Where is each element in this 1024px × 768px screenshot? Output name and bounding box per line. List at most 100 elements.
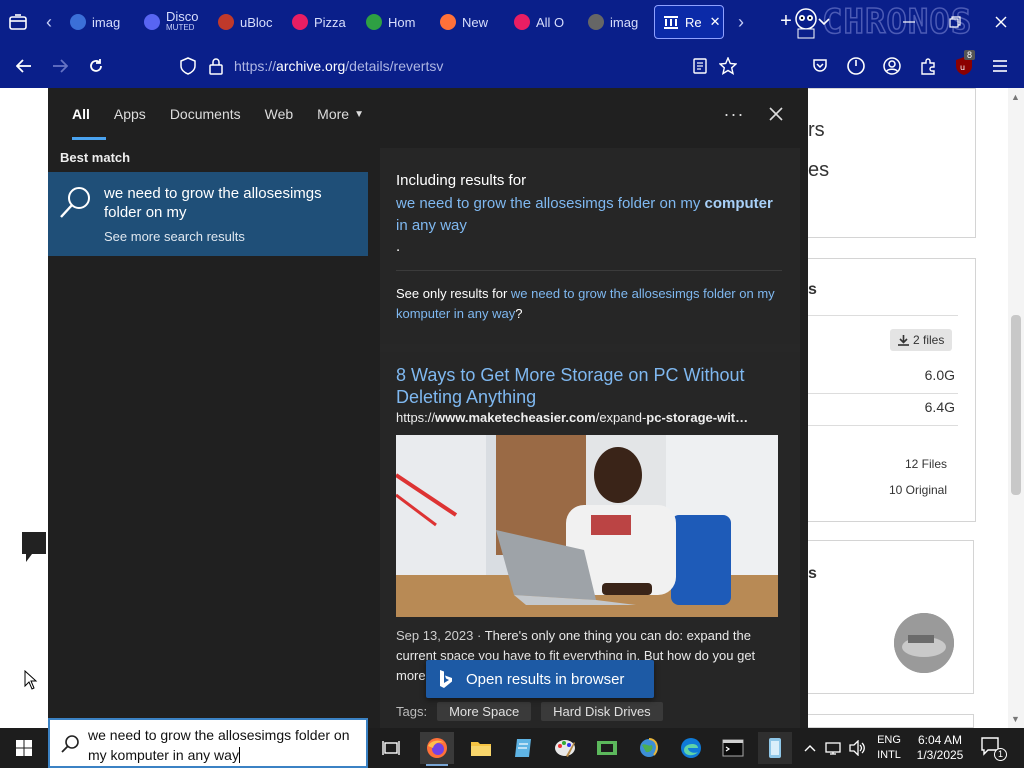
- account-button[interactable]: [878, 52, 906, 80]
- address-bar[interactable]: https://archive.org/details/revertsv: [234, 58, 443, 74]
- list-all-tabs-button[interactable]: [806, 0, 842, 44]
- input-language-button[interactable]: ENG INTL: [872, 733, 906, 763]
- task-view-button[interactable]: [374, 732, 408, 764]
- extensions-button[interactable]: [914, 52, 942, 80]
- site-info-button[interactable]: [202, 52, 230, 80]
- tab-favicon-icon: [366, 14, 382, 30]
- tab-scroll-left-button[interactable]: ‹: [36, 0, 62, 44]
- back-button[interactable]: [6, 48, 42, 84]
- result-title-link[interactable]: 8 Ways to Get More Storage on PC Without…: [396, 364, 776, 408]
- best-match-label: Best match: [60, 150, 131, 165]
- taskbar-gpu-app[interactable]: [590, 732, 624, 764]
- tab-favicon-icon: [292, 14, 308, 30]
- pocket-button[interactable]: [806, 52, 834, 80]
- tab-close-icon[interactable]: ✕: [710, 14, 721, 30]
- globe-icon: [640, 738, 658, 757]
- best-match-item[interactable]: we need to grow the allosesimgs folder o…: [48, 172, 368, 256]
- taskbar-globe-app[interactable]: [632, 732, 666, 764]
- reader-view-button[interactable]: [686, 52, 714, 80]
- task-view-icon: [382, 741, 400, 755]
- tag-chip[interactable]: Hard Disk Drives: [541, 702, 663, 721]
- tab-strip: imag Disco MUTED uBloc Pizza Hom New All O imag: [62, 5, 654, 39]
- files-count: 12 Files: [904, 457, 947, 471]
- search-icon: [61, 735, 79, 753]
- taskbar-notepad-app[interactable]: [506, 732, 540, 764]
- tracking-protection-button[interactable]: [174, 52, 202, 80]
- search-tab-documents[interactable]: Documents: [158, 88, 253, 140]
- scroll-up-arrow-icon[interactable]: ▲: [1011, 92, 1020, 102]
- taskbar-firefox[interactable]: [420, 732, 454, 766]
- taskbar-terminal[interactable]: [716, 732, 750, 764]
- ublock-extension-button[interactable]: u 8: [950, 50, 978, 80]
- lock-icon: [209, 58, 223, 75]
- windows-search-flyout: All Apps Documents Web More ▼ ··· Best match …: [48, 88, 808, 728]
- language-code: ENG: [877, 734, 901, 746]
- browser-tab[interactable]: uBloc: [210, 5, 284, 39]
- minimize-button[interactable]: [886, 0, 932, 44]
- uploader-avatar[interactable]: [894, 613, 954, 673]
- tab-active[interactable]: Re ✕: [654, 5, 724, 39]
- chat-bubble-icon[interactable]: [20, 530, 48, 564]
- search-tab-more[interactable]: More ▼: [305, 88, 376, 140]
- result-url-scheme: https://: [396, 410, 436, 425]
- page-fragment-2: es: [808, 159, 830, 181]
- browser-tab[interactable]: imag: [580, 5, 654, 39]
- tab-favicon-icon: [440, 14, 456, 30]
- browser-tab[interactable]: Disco MUTED: [136, 5, 210, 39]
- result-thumbnail[interactable]: [396, 435, 778, 617]
- taskbar-notes-app[interactable]: [758, 732, 792, 764]
- results-list-column: Best match we need to grow the allosesim…: [48, 140, 368, 728]
- taskbar-edge[interactable]: [674, 732, 708, 764]
- keyboard-layout: INTL: [877, 749, 901, 761]
- search-tab-label: More: [317, 106, 350, 122]
- corrected-query-link[interactable]: we need to grow the allosesimgs folder o…: [396, 193, 786, 237]
- tab-list-button[interactable]: [0, 0, 36, 44]
- scrollbar-thumb[interactable]: [1011, 315, 1021, 495]
- app-menu-button[interactable]: [986, 52, 1014, 80]
- result-url[interactable]: https://www.maketecheasier.com/expand-pc…: [396, 410, 776, 425]
- tab-text: New: [462, 14, 489, 30]
- reload-button[interactable]: [78, 48, 114, 84]
- close-window-button[interactable]: [978, 0, 1024, 44]
- browser-tab[interactable]: Hom: [358, 5, 432, 39]
- clock-button[interactable]: 6:04 AM 1/3/2025: [914, 733, 966, 763]
- timer-extension-button[interactable]: [842, 52, 870, 80]
- search-tab-all[interactable]: All: [60, 88, 106, 140]
- search-tab-label: Apps: [113, 106, 146, 122]
- network-tray-button[interactable]: [824, 738, 844, 758]
- browser-tab[interactable]: Pizza: [284, 5, 358, 39]
- browser-tab[interactable]: imag: [62, 5, 136, 39]
- edge-icon: [681, 738, 701, 758]
- star-icon: [719, 57, 737, 75]
- see-only-results-line: See only results for we need to grow the…: [396, 284, 786, 324]
- search-tab-list: All Apps Documents Web More ▼: [60, 88, 376, 140]
- avatar-image: [894, 613, 954, 673]
- taskbar-paint-app[interactable]: [548, 732, 582, 764]
- search-tab-apps[interactable]: Apps: [102, 88, 158, 140]
- taskbar-search-input[interactable]: we need to grow the allosesimgs folder o…: [48, 718, 368, 768]
- browser-tab[interactable]: New: [432, 5, 506, 39]
- mouse-pointer-icon: [24, 670, 38, 690]
- tag-chip[interactable]: More Space: [437, 702, 532, 721]
- tab-text: Pizza: [314, 16, 346, 29]
- files-download-button[interactable]: 2 files: [890, 329, 953, 351]
- scroll-down-arrow-icon[interactable]: ▼: [1011, 714, 1020, 724]
- bookmark-button[interactable]: [714, 52, 742, 80]
- forward-button[interactable]: [42, 48, 78, 84]
- start-button[interactable]: [0, 728, 48, 768]
- volume-tray-button[interactable]: [848, 738, 868, 758]
- search-tab-web[interactable]: Web: [253, 88, 306, 140]
- extension-badge: 8: [964, 50, 976, 60]
- gpu-app-icon: [597, 741, 617, 755]
- info-card-top: rs es: [808, 88, 976, 238]
- browser-tab[interactable]: All O: [506, 5, 580, 39]
- taskbar-file-explorer[interactable]: [464, 732, 498, 764]
- restore-button[interactable]: [932, 0, 978, 44]
- more-options-button[interactable]: ···: [720, 100, 748, 128]
- show-hidden-icons-button[interactable]: [800, 738, 820, 758]
- tab-label: New: [462, 14, 489, 30]
- tab-scroll-right-button[interactable]: ›: [728, 0, 754, 44]
- notepad-icon: [515, 739, 531, 757]
- close-search-button[interactable]: [762, 100, 790, 128]
- open-results-in-browser-button[interactable]: Open results in browser: [426, 660, 654, 698]
